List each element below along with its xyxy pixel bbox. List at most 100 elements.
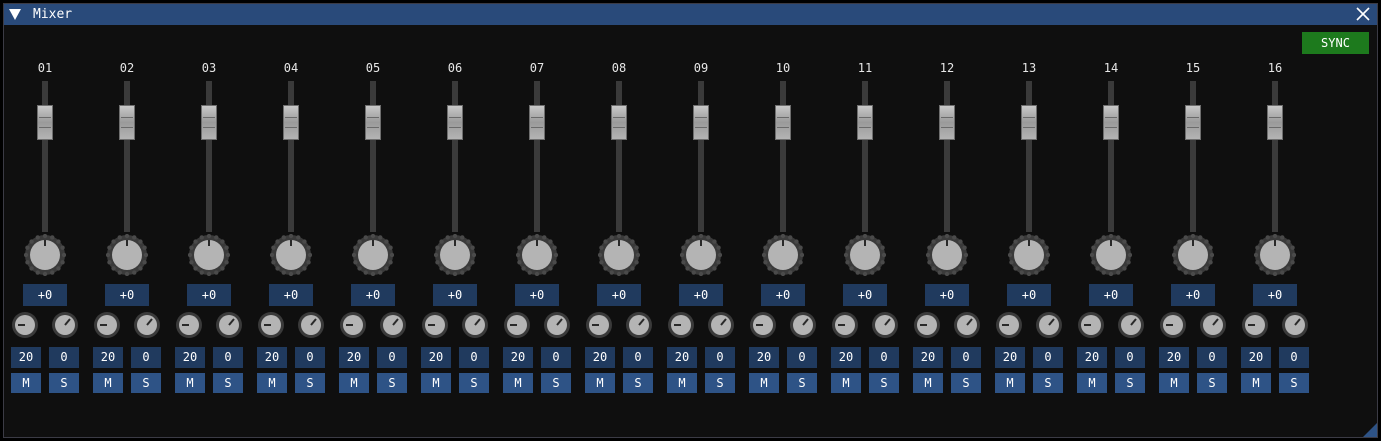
send-knob-left-icon[interactable] xyxy=(93,311,121,339)
send-knob-right-icon[interactable] xyxy=(215,311,243,339)
gain-value[interactable]: +0 xyxy=(1171,284,1215,306)
send-knob-right[interactable] xyxy=(1199,311,1227,339)
send-knob-left[interactable] xyxy=(257,311,285,339)
left-value-box[interactable]: 20 xyxy=(421,347,451,368)
right-value-box[interactable]: 0 xyxy=(1115,347,1145,368)
left-value-box[interactable]: 20 xyxy=(995,347,1025,368)
fader-handle[interactable] xyxy=(1021,105,1037,140)
gain-value[interactable]: +0 xyxy=(433,284,477,306)
pan-knob-icon[interactable] xyxy=(351,233,395,277)
left-value-box[interactable]: 20 xyxy=(1077,347,1107,368)
fader-handle[interactable] xyxy=(939,105,955,140)
fader-handle[interactable] xyxy=(775,105,791,140)
send-knob-right-icon[interactable] xyxy=(1199,311,1227,339)
pan-knob[interactable] xyxy=(433,233,477,277)
solo-button[interactable]: S xyxy=(213,373,243,393)
left-value-box[interactable]: 20 xyxy=(503,347,533,368)
gain-value[interactable]: +0 xyxy=(761,284,805,306)
pan-knob-icon[interactable] xyxy=(679,233,723,277)
send-knob-left[interactable] xyxy=(749,311,777,339)
fader-track[interactable] xyxy=(370,81,376,232)
mute-button[interactable]: M xyxy=(995,373,1025,393)
mute-button[interactable]: M xyxy=(175,373,205,393)
right-value-box[interactable]: 0 xyxy=(1033,347,1063,368)
send-knob-left[interactable] xyxy=(93,311,121,339)
fader-track[interactable] xyxy=(534,81,540,232)
left-value-box[interactable]: 20 xyxy=(1159,347,1189,368)
right-value-box[interactable]: 0 xyxy=(459,347,489,368)
pan-knob-icon[interactable] xyxy=(1171,233,1215,277)
send-knob-right-icon[interactable] xyxy=(379,311,407,339)
mute-button[interactable]: M xyxy=(585,373,615,393)
send-knob-right[interactable] xyxy=(953,311,981,339)
solo-button[interactable]: S xyxy=(541,373,571,393)
send-knob-left[interactable] xyxy=(421,311,449,339)
gain-value[interactable]: +0 xyxy=(679,284,723,306)
mute-button[interactable]: M xyxy=(11,373,41,393)
mute-button[interactable]: M xyxy=(339,373,369,393)
mute-button[interactable]: M xyxy=(93,373,123,393)
send-knob-right[interactable] xyxy=(379,311,407,339)
send-knob-left[interactable] xyxy=(339,311,367,339)
pan-knob[interactable] xyxy=(1089,233,1133,277)
right-value-box[interactable]: 0 xyxy=(295,347,325,368)
right-value-box[interactable]: 0 xyxy=(1279,347,1309,368)
pan-knob-icon[interactable] xyxy=(843,233,887,277)
solo-button[interactable]: S xyxy=(1197,373,1227,393)
solo-button[interactable]: S xyxy=(377,373,407,393)
send-knob-right[interactable] xyxy=(625,311,653,339)
send-knob-right[interactable] xyxy=(1035,311,1063,339)
pan-knob-icon[interactable] xyxy=(1253,233,1297,277)
fader-track[interactable] xyxy=(1108,81,1114,232)
fader-track[interactable] xyxy=(780,81,786,232)
solo-button[interactable]: S xyxy=(869,373,899,393)
right-value-box[interactable]: 0 xyxy=(1197,347,1227,368)
send-knob-left-icon[interactable] xyxy=(995,311,1023,339)
right-value-box[interactable]: 0 xyxy=(787,347,817,368)
send-knob-left-icon[interactable] xyxy=(1077,311,1105,339)
fader-track[interactable] xyxy=(124,81,130,232)
send-knob-right[interactable] xyxy=(1281,311,1309,339)
send-knob-right[interactable] xyxy=(543,311,571,339)
fader-handle[interactable] xyxy=(283,105,299,140)
send-knob-left[interactable] xyxy=(831,311,859,339)
pan-knob[interactable] xyxy=(351,233,395,277)
right-value-box[interactable]: 0 xyxy=(541,347,571,368)
left-value-box[interactable]: 20 xyxy=(749,347,779,368)
send-knob-left-icon[interactable] xyxy=(831,311,859,339)
send-knob-left-icon[interactable] xyxy=(503,311,531,339)
fader-handle[interactable] xyxy=(529,105,545,140)
fader-track[interactable] xyxy=(944,81,950,232)
fader-handle[interactable] xyxy=(611,105,627,140)
solo-button[interactable]: S xyxy=(295,373,325,393)
pan-knob-icon[interactable] xyxy=(925,233,969,277)
left-value-box[interactable]: 20 xyxy=(339,347,369,368)
pan-knob-icon[interactable] xyxy=(105,233,149,277)
gain-value[interactable]: +0 xyxy=(843,284,887,306)
gain-value[interactable]: +0 xyxy=(23,284,67,306)
fader-track[interactable] xyxy=(616,81,622,232)
fader-track[interactable] xyxy=(206,81,212,232)
send-knob-left[interactable] xyxy=(503,311,531,339)
pan-knob[interactable] xyxy=(187,233,231,277)
send-knob-left[interactable] xyxy=(175,311,203,339)
mute-button[interactable]: M xyxy=(421,373,451,393)
send-knob-left-icon[interactable] xyxy=(257,311,285,339)
send-knob-left-icon[interactable] xyxy=(1241,311,1269,339)
fader-track[interactable] xyxy=(1272,81,1278,232)
pan-knob[interactable] xyxy=(515,233,559,277)
fader-handle[interactable] xyxy=(1267,105,1283,140)
pan-knob-icon[interactable] xyxy=(1089,233,1133,277)
left-value-box[interactable]: 20 xyxy=(913,347,943,368)
gain-value[interactable]: +0 xyxy=(1253,284,1297,306)
send-knob-right-icon[interactable] xyxy=(707,311,735,339)
send-knob-left[interactable] xyxy=(913,311,941,339)
pan-knob-icon[interactable] xyxy=(23,233,67,277)
send-knob-left[interactable] xyxy=(995,311,1023,339)
send-knob-left[interactable] xyxy=(667,311,695,339)
right-value-box[interactable]: 0 xyxy=(951,347,981,368)
fader-track[interactable] xyxy=(698,81,704,232)
send-knob-right[interactable] xyxy=(461,311,489,339)
fader-track[interactable] xyxy=(1190,81,1196,232)
fader-handle[interactable] xyxy=(365,105,381,140)
